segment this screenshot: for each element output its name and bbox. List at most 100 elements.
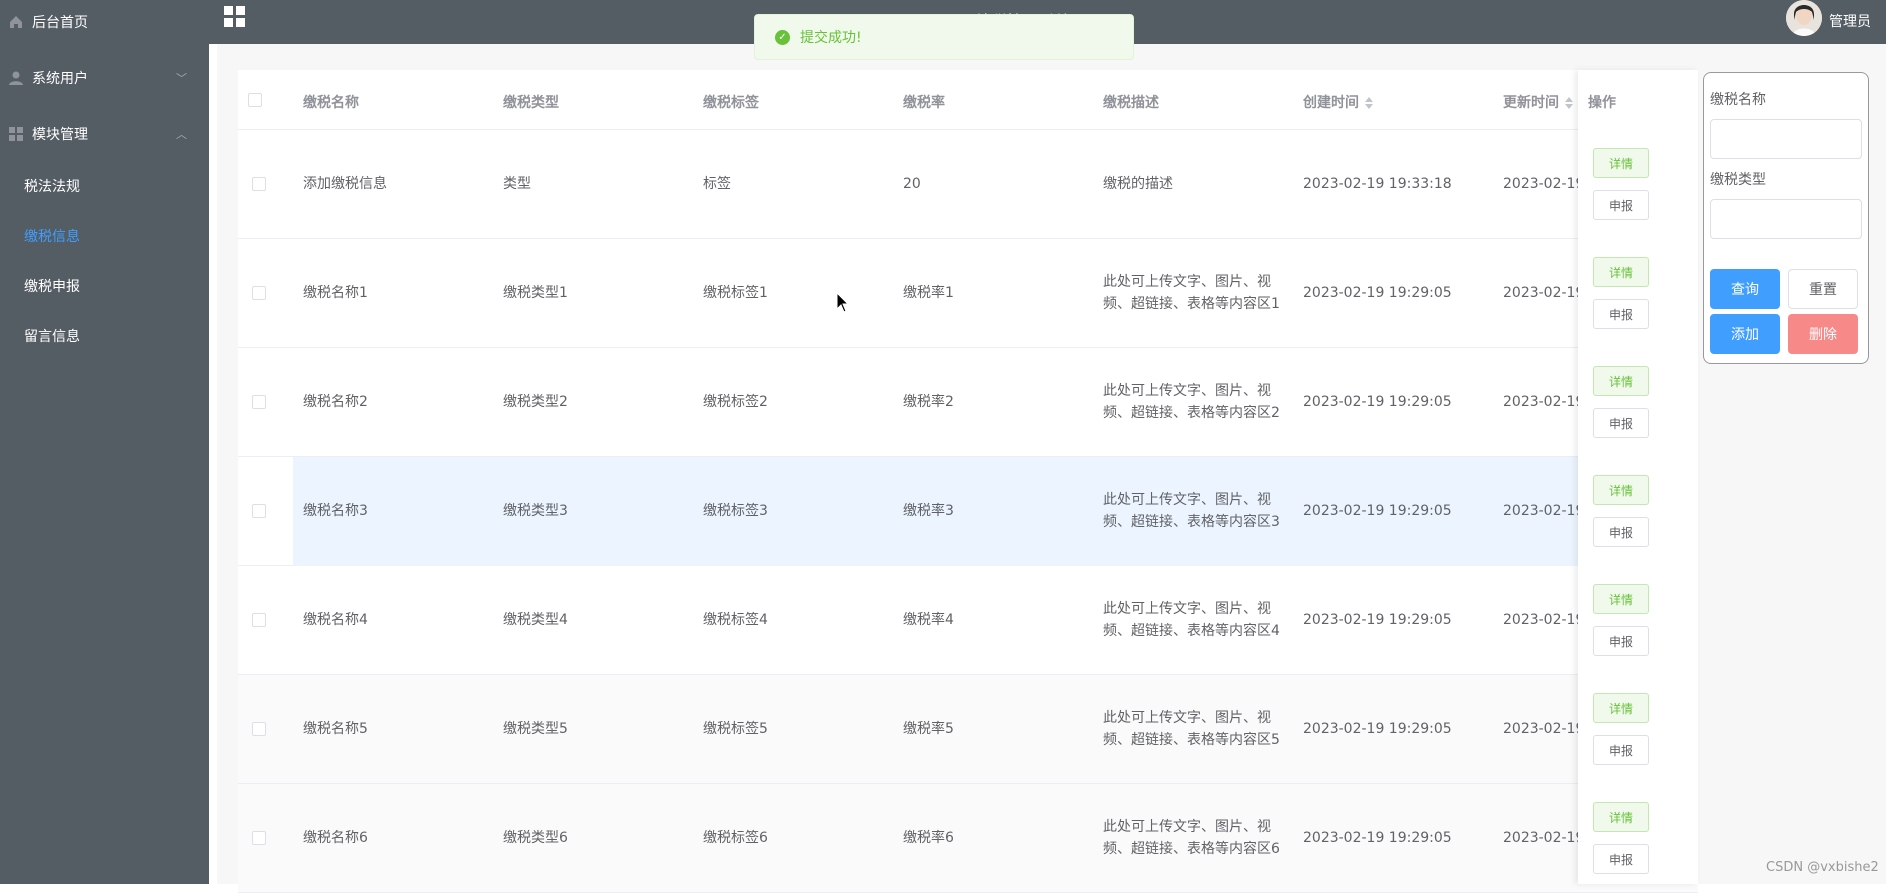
select-all-checkbox[interactable] (248, 93, 262, 107)
sidebar-subitem-tax-info[interactable]: 缴税信息 (24, 226, 80, 246)
cell-updated: 2023-02-19 (1503, 830, 1585, 846)
sidebar-item-home[interactable]: 后台首页 (0, 10, 209, 34)
th-rate: 缴税率 (903, 95, 945, 111)
cell-created: 2023-02-19 19:29:05 (1303, 721, 1452, 737)
sort-icon[interactable] (1565, 97, 1573, 109)
query-button[interactable]: 查询 (1710, 269, 1780, 309)
cell-created: 2023-02-19 19:29:05 (1303, 285, 1452, 301)
row-checkbox[interactable] (252, 722, 266, 736)
detail-button[interactable]: 详情 (1593, 475, 1649, 505)
cell-rate: 缴税率6 (903, 830, 954, 846)
sidebar-subitem-tax-law[interactable]: 税法法规 (24, 176, 80, 196)
th-updated[interactable]: 更新时间 (1503, 92, 1573, 112)
avatar[interactable] (1786, 0, 1822, 36)
sidebar-item-users[interactable]: 系统用户 ﹀ (0, 66, 209, 90)
cell-desc-line: 频、超链接、表格等内容区1 (1103, 296, 1280, 312)
chevron-up-icon: ︿ (176, 128, 187, 141)
detail-button[interactable]: 详情 (1593, 148, 1649, 178)
report-button[interactable]: 申报 (1593, 626, 1649, 656)
sidebar-subitem-messages[interactable]: 留言信息 (24, 326, 80, 346)
user-icon (9, 71, 23, 85)
report-button[interactable]: 申报 (1593, 517, 1649, 547)
th-created[interactable]: 创建时间 (1303, 92, 1373, 112)
table-row[interactable]: 缴税名称1 缴税类型1 缴税标签1 缴税率1 此处可上传文字、图片、视 频、超链接、表格等… (238, 239, 1698, 348)
sidebar: 后台首页 系统用户 ﹀ 模块管理 ︿ 税法法规 缴税信息 缴税申报 留言信息 (0, 0, 209, 884)
cell-desc-line: 此处可上传文字、图片、视 (1103, 601, 1271, 617)
cell-type: 类型 (503, 176, 531, 192)
cell-updated: 2023-02-19 (1503, 612, 1585, 628)
table-row[interactable]: 缴税名称5 缴税类型5 缴税标签5 缴税率5 此处可上传文字、图片、视 频、超链接、表格等… (238, 675, 1698, 784)
row-checkbox[interactable] (252, 613, 266, 627)
cell-desc: 此处可上传文字、图片、视 频、超链接、表格等内容区1 (1103, 271, 1280, 315)
delete-button[interactable]: 删除 (1788, 314, 1858, 354)
cell-desc: 此处可上传文字、图片、视 频、超链接、表格等内容区4 (1103, 598, 1280, 642)
report-button[interactable]: 申报 (1593, 408, 1649, 438)
cell-type: 缴税类型5 (503, 721, 568, 737)
cell-desc-line: 此处可上传文字、图片、视 (1103, 383, 1271, 399)
grid-icon (9, 127, 23, 141)
report-button[interactable]: 申报 (1593, 735, 1649, 765)
cell-rate: 缴税率5 (903, 721, 954, 737)
sidebar-modules-label: 模块管理 (32, 127, 88, 143)
cell-tag: 缴税标签3 (703, 503, 768, 519)
menu-toggle-icon[interactable] (224, 6, 246, 28)
cell-desc-line: 此处可上传文字、图片、视 (1103, 274, 1271, 290)
cell-type: 缴税类型6 (503, 830, 568, 846)
table-row[interactable]: 缴税名称3 缴税类型3 缴税标签3 缴税率3 此处可上传文字、图片、视 频、超链接、表格等… (238, 457, 1698, 566)
cell-type: 缴税类型2 (503, 394, 568, 410)
cell-desc: 缴税的描述 (1103, 176, 1173, 192)
cell-name: 缴税名称5 (303, 721, 368, 737)
search-name-input[interactable] (1710, 119, 1862, 159)
cell-desc-line: 此处可上传文字、图片、视 (1103, 710, 1271, 726)
table-row[interactable]: 缴税名称6 缴税类型6 缴税标签6 缴税率6 此处可上传文字、图片、视 频、超链接、表格等… (238, 784, 1698, 893)
table-row[interactable]: 添加缴税信息 类型 标签 20 缴税的描述 2023-02-19 19:33:18 2023… (238, 130, 1698, 239)
detail-button[interactable]: 详情 (1593, 693, 1649, 723)
row-checkbox[interactable] (252, 286, 266, 300)
th-tag: 缴税标签 (703, 95, 759, 111)
table-row[interactable]: 缴税名称2 缴税类型2 缴税标签2 缴税率2 此处可上传文字、图片、视 频、超链接、表格等… (238, 348, 1698, 457)
cell-tag: 缴税标签1 (703, 285, 768, 301)
cell-desc: 此处可上传文字、图片、视 频、超链接、表格等内容区5 (1103, 707, 1280, 751)
sidebar-subitem-tax-declare[interactable]: 缴税申报 (24, 276, 80, 296)
cell-rate: 缴税率3 (903, 503, 954, 519)
detail-button[interactable]: 详情 (1593, 366, 1649, 396)
cell-type: 缴税类型4 (503, 612, 568, 628)
search-type-input[interactable] (1710, 199, 1862, 239)
row-checkbox[interactable] (252, 177, 266, 191)
cell-created: 2023-02-19 19:29:05 (1303, 503, 1452, 519)
sidebar-home-label: 后台首页 (32, 15, 88, 31)
success-toast: ✓ 提交成功! (754, 14, 1134, 60)
detail-button[interactable]: 详情 (1593, 584, 1649, 614)
report-button[interactable]: 申报 (1593, 190, 1649, 220)
cell-desc: 此处可上传文字、图片、视 频、超链接、表格等内容区3 (1103, 489, 1280, 533)
detail-button[interactable]: 详情 (1593, 257, 1649, 287)
cell-desc-line: 此处可上传文字、图片、视 (1103, 492, 1271, 508)
cell-tag: 缴税标签2 (703, 394, 768, 410)
add-button[interactable]: 添加 (1710, 314, 1780, 354)
sort-icon[interactable] (1365, 97, 1373, 109)
cell-desc-line: 此处可上传文字、图片、视 (1103, 819, 1271, 835)
report-button[interactable]: 申报 (1593, 844, 1649, 874)
th-created-label: 创建时间 (1303, 95, 1359, 111)
detail-button[interactable]: 详情 (1593, 802, 1649, 832)
cell-desc-line: 频、超链接、表格等内容区5 (1103, 732, 1280, 748)
row-checkbox[interactable] (252, 831, 266, 845)
search-panel: 缴税名称 缴税类型 查询 重置 添加 删除 (1703, 72, 1869, 364)
admin-label[interactable]: 管理员 (1829, 11, 1871, 31)
cell-desc: 此处可上传文字、图片、视 频、超链接、表格等内容区2 (1103, 380, 1280, 424)
search-type-label: 缴税类型 (1710, 172, 1766, 188)
th-name: 缴税名称 (303, 95, 359, 111)
th-updated-label: 更新时间 (1503, 95, 1559, 111)
row-checkbox[interactable] (252, 504, 266, 518)
sidebar-item-modules[interactable]: 模块管理 ︿ (0, 122, 209, 146)
cell-desc-line: 频、超链接、表格等内容区2 (1103, 405, 1280, 421)
cell-name: 添加缴税信息 (303, 176, 387, 192)
cell-desc-line: 频、超链接、表格等内容区3 (1103, 514, 1280, 530)
search-name-label: 缴税名称 (1710, 92, 1766, 108)
cell-tag: 缴税标签5 (703, 721, 768, 737)
table-row[interactable]: 缴税名称4 缴税类型4 缴税标签4 缴税率4 此处可上传文字、图片、视 频、超链接、表格等… (238, 566, 1698, 675)
row-checkbox[interactable] (252, 395, 266, 409)
cell-name: 缴税名称1 (303, 285, 368, 301)
report-button[interactable]: 申报 (1593, 299, 1649, 329)
reset-button[interactable]: 重置 (1788, 269, 1858, 309)
